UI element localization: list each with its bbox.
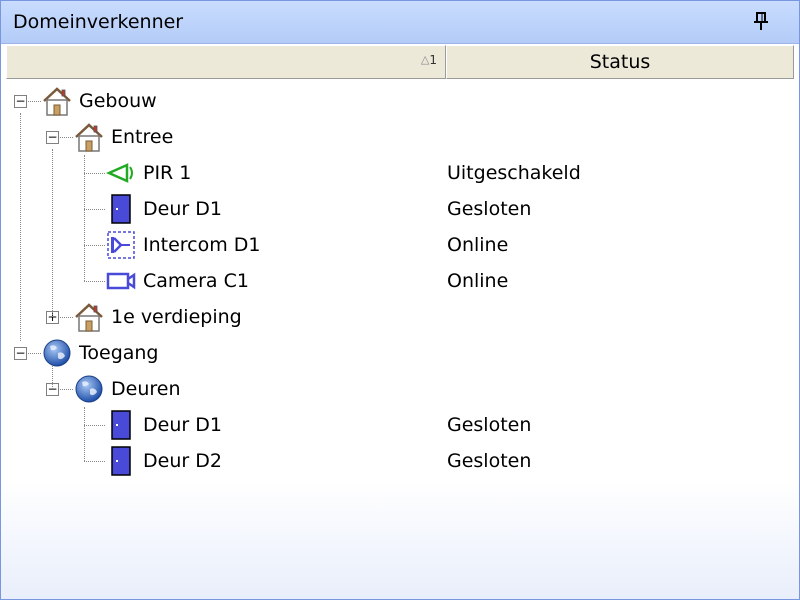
domain-explorer-panel: Domeinverkenner △1 Status − Gebouw − Ent… — [0, 0, 800, 600]
building-icon — [41, 85, 73, 117]
tree-connector-line — [52, 149, 53, 317]
tree-connector-line — [84, 209, 105, 210]
column-header-status[interactable]: Status — [446, 45, 794, 79]
door-icon — [105, 409, 137, 441]
collapse-icon[interactable]: − — [46, 131, 59, 144]
tree-item-status: Gesloten — [447, 450, 532, 472]
tree-item-label: Deuren — [111, 378, 181, 400]
camera-icon — [105, 265, 137, 297]
tree-row-intercom-d1[interactable]: Intercom D1 Online — [1, 227, 799, 263]
collapse-icon[interactable]: − — [14, 347, 27, 360]
tree-item-label: Camera C1 — [143, 270, 249, 292]
sort-indicator: △1 — [421, 53, 437, 67]
building-icon — [73, 121, 105, 153]
panel-title: Domeinverkenner — [13, 11, 184, 33]
tree-row-deur-d1[interactable]: Deur D1 Gesloten — [1, 191, 799, 227]
tree-connector-line — [84, 155, 85, 281]
tree-item-status: Online — [447, 270, 509, 292]
tree-item-label: 1e verdieping — [111, 306, 242, 328]
tree-row-deuren[interactable]: − Deuren — [1, 371, 799, 407]
tree-connector-line — [84, 461, 105, 462]
collapse-icon[interactable]: − — [14, 95, 27, 108]
column-header-name[interactable]: △1 — [6, 45, 446, 79]
tree-item-label: PIR 1 — [143, 162, 192, 184]
domain-tree: − Gebouw − Entree PIR 1 Uitgeschakeld Deur… — [1, 83, 799, 503]
tree-row-camera-c1[interactable]: Camera C1 Online — [1, 263, 799, 299]
pir-sensor-icon — [105, 157, 137, 189]
tree-connector-line — [52, 365, 53, 389]
tree-row-gebouw[interactable]: − Gebouw — [1, 83, 799, 119]
column-header: △1 Status — [6, 45, 794, 79]
tree-item-label: Gebouw — [79, 90, 157, 112]
tree-item-label: Entree — [111, 126, 174, 148]
tree-connector-line — [84, 245, 105, 246]
pin-icon[interactable] — [749, 9, 773, 33]
intercom-icon — [105, 229, 137, 261]
building-icon — [73, 301, 105, 333]
tree-connector-line — [84, 173, 105, 174]
tree-item-status: Gesloten — [447, 414, 532, 436]
tree-item-label: Deur D1 — [143, 414, 222, 436]
tree-row-toegang[interactable]: − Toegang — [1, 335, 799, 371]
tree-row-pir-1[interactable]: PIR 1 Uitgeschakeld — [1, 155, 799, 191]
tree-item-label: Intercom D1 — [143, 234, 261, 256]
tree-connector-line — [84, 407, 85, 461]
tree-row-entree[interactable]: − Entree — [1, 119, 799, 155]
tree-connector-line — [84, 425, 105, 426]
door-icon — [105, 193, 137, 225]
door-icon — [105, 445, 137, 477]
globe-icon — [73, 373, 105, 405]
panel-titlebar: Domeinverkenner — [1, 1, 799, 44]
tree-item-status: Gesloten — [447, 198, 532, 220]
tree-item-label: Toegang — [79, 342, 159, 364]
tree-item-label: Deur D1 — [143, 198, 222, 220]
tree-row-deur-d2[interactable]: Deur D2 Gesloten — [1, 443, 799, 479]
globe-icon — [41, 337, 73, 369]
tree-connector-line — [20, 113, 21, 341]
tree-item-label: Deur D2 — [143, 450, 222, 472]
tree-connector-line — [84, 281, 105, 282]
tree-row-deur-d1[interactable]: Deur D1 Gesloten — [1, 407, 799, 443]
tree-row-1e-verdieping[interactable]: + 1e verdieping — [1, 299, 799, 335]
tree-item-status: Uitgeschakeld — [447, 162, 581, 184]
sort-order-number: 1 — [429, 53, 437, 67]
tree-item-status: Online — [447, 234, 509, 256]
